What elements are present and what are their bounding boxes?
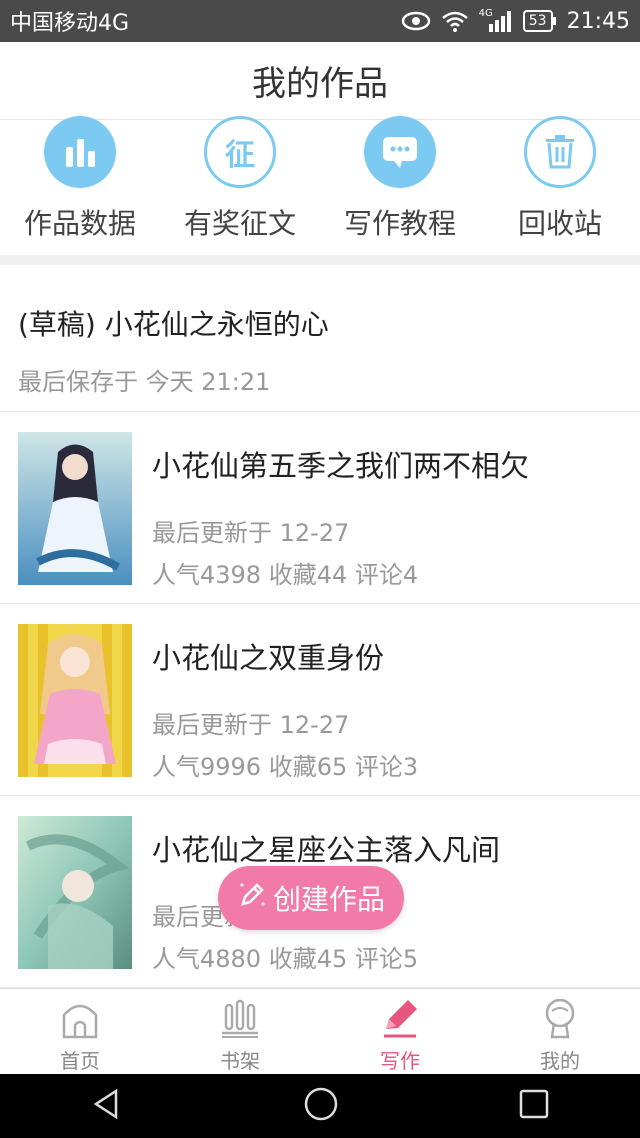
eye-icon bbox=[401, 11, 431, 31]
page-title: 我的作品 bbox=[252, 64, 388, 104]
tab-write[interactable]: 写作 bbox=[320, 989, 480, 1074]
back-icon[interactable] bbox=[90, 1087, 124, 1125]
network-type: 4G bbox=[478, 7, 493, 19]
shortcut-label: 回收站 bbox=[517, 207, 602, 240]
work-item[interactable]: 小花仙之双重身份 最后更新于 12-27 人气9996 收藏65 评论3 bbox=[0, 605, 640, 796]
shortcut-work-data[interactable]: 作品数据 bbox=[5, 116, 155, 242]
shortcut-tutorial[interactable]: 写作教程 bbox=[325, 116, 475, 242]
bar-chart-icon bbox=[44, 116, 116, 188]
profile-icon bbox=[540, 998, 580, 1043]
work-updated: 最后更新于 12-27 bbox=[152, 519, 350, 547]
signal-icon: 4G bbox=[478, 7, 513, 32]
shortcut-recycle-bin[interactable]: 回收站 bbox=[485, 116, 635, 242]
create-work-button[interactable]: 创建作品 bbox=[218, 866, 404, 930]
wifi-icon bbox=[441, 10, 469, 32]
pencil-icon bbox=[237, 880, 267, 917]
create-work-label: 创建作品 bbox=[272, 883, 385, 916]
home-circle-icon[interactable] bbox=[303, 1086, 339, 1126]
tab-label: 我的 bbox=[540, 1049, 580, 1073]
status-bar: 中国移动4G 4G 53 21:45 bbox=[0, 0, 640, 42]
pencil-icon bbox=[380, 1000, 420, 1043]
book-cover-image bbox=[18, 816, 132, 969]
tab-label: 书架 bbox=[220, 1049, 260, 1073]
carrier-label: 中国移动4G bbox=[10, 11, 130, 36]
shortcut-contest[interactable]: 征 有奖征文 bbox=[165, 116, 315, 242]
system-nav-bar bbox=[0, 1074, 640, 1138]
work-stats: 人气9996 收藏65 评论3 bbox=[152, 753, 419, 781]
contest-icon: 征 bbox=[204, 116, 276, 188]
shortcut-row: 作品数据 征 有奖征文 写作教程 回收站 bbox=[0, 116, 640, 255]
work-stats: 人气4880 收藏45 评论5 bbox=[152, 945, 419, 973]
work-title: 小花仙之星座公主落入凡间 bbox=[152, 833, 501, 867]
home-icon bbox=[60, 1004, 100, 1043]
recents-icon[interactable] bbox=[518, 1088, 550, 1124]
work-stats: 人气4398 收藏44 评论4 bbox=[152, 561, 419, 589]
shortcut-label: 有奖征文 bbox=[183, 207, 296, 240]
tab-home[interactable]: 首页 bbox=[0, 989, 160, 1074]
trash-icon bbox=[524, 116, 596, 188]
draft-saved-time: 最后保存于 今天 21:21 bbox=[18, 368, 271, 396]
status-icons: 4G 53 21:45 bbox=[401, 7, 630, 34]
book-cover-image bbox=[18, 624, 132, 777]
work-title: 小花仙第五季之我们两不相欠 bbox=[152, 449, 530, 483]
tab-label: 写作 bbox=[380, 1049, 420, 1073]
draft-title: (草稿) 小花仙之永恒的心 bbox=[18, 308, 329, 341]
section-divider bbox=[0, 255, 640, 265]
draft-item[interactable]: (草稿) 小花仙之永恒的心 最后保存于 今天 21:21 bbox=[0, 265, 640, 412]
shortcut-label: 作品数据 bbox=[23, 207, 136, 240]
shortcut-label: 写作教程 bbox=[343, 207, 456, 240]
work-title: 小花仙之双重身份 bbox=[152, 641, 385, 675]
chat-bubble-icon bbox=[364, 116, 436, 188]
bottom-tab-bar: 首页 书架 写作 我的 bbox=[0, 988, 640, 1074]
bookshelf-icon bbox=[220, 999, 260, 1043]
work-updated: 最后更新于 12-27 bbox=[152, 711, 350, 739]
tab-label: 首页 bbox=[60, 1049, 100, 1073]
battery-icon: 53 bbox=[522, 10, 556, 32]
clock: 21:45 bbox=[566, 8, 630, 34]
book-cover-image bbox=[18, 432, 132, 585]
tab-bookshelf[interactable]: 书架 bbox=[160, 989, 320, 1074]
page-header: 我的作品 bbox=[0, 42, 640, 120]
tab-mine[interactable]: 我的 bbox=[480, 989, 640, 1074]
work-item[interactable]: 小花仙第五季之我们两不相欠 最后更新于 12-27 人气4398 收藏44 评论… bbox=[0, 413, 640, 604]
